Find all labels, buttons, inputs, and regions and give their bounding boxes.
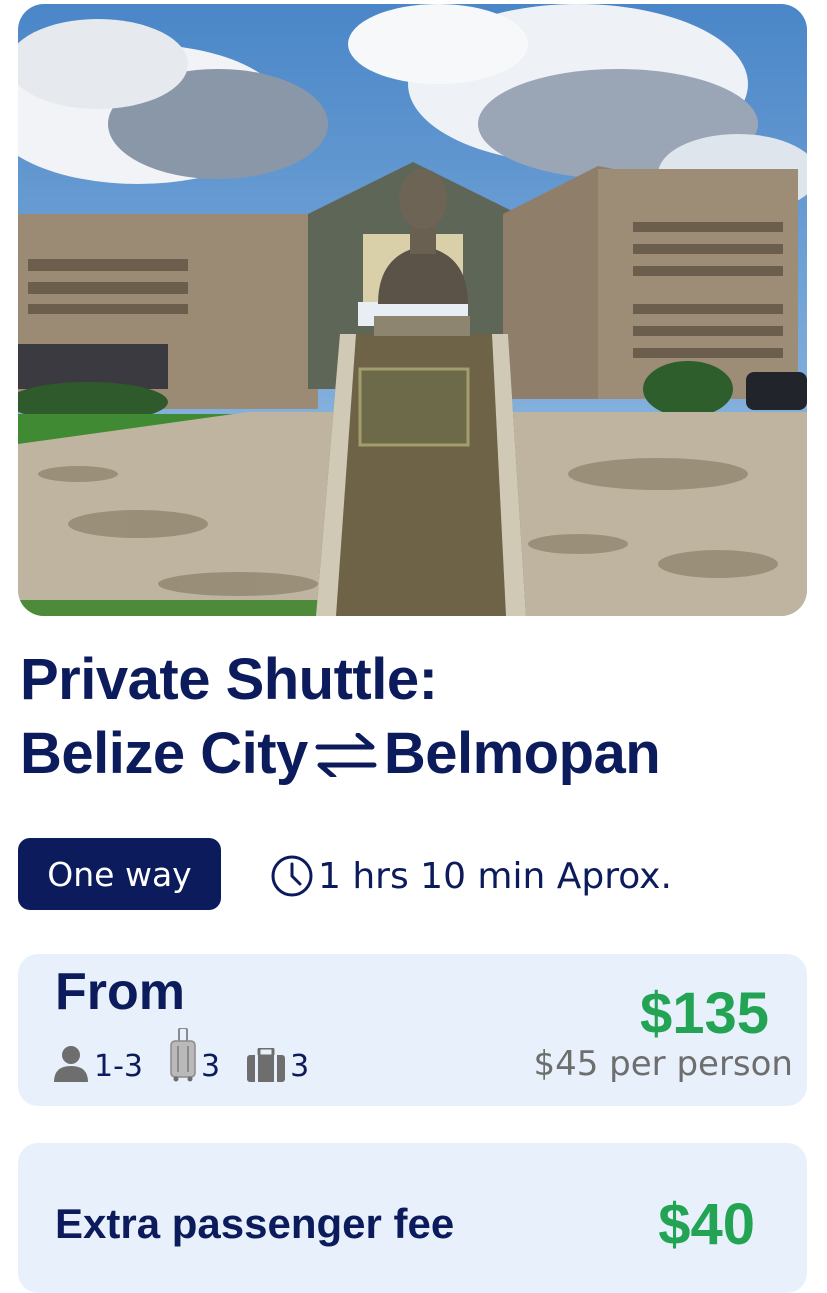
extra-fee-price: $40	[658, 1192, 755, 1257]
page-title: Private Shuttle: Belize City Belmopan	[20, 643, 661, 791]
price-card: From 1-3 3 3 $135 $45 per person	[18, 954, 807, 1106]
passenger-capacity: 1-3	[52, 1044, 143, 1082]
extra-fee-label: Extra passenger fee	[55, 1200, 455, 1247]
route-origin: Belize City	[20, 721, 308, 786]
hero-photo	[18, 4, 807, 616]
title-route: Belize City Belmopan	[20, 717, 661, 791]
person-icon	[54, 1046, 88, 1082]
title-line-1: Private Shuttle:	[20, 647, 438, 712]
large-luggage-capacity: 3	[169, 1028, 220, 1082]
capacity-row: 1-3 3 3	[52, 1028, 335, 1082]
hero-illustration	[18, 4, 807, 616]
duration-text: 1 hrs 10 min Aprox.	[318, 855, 672, 897]
trip-duration: 1 hrs 10 min Aprox.	[270, 850, 672, 902]
clock-icon	[271, 855, 313, 897]
from-label: From	[55, 963, 185, 1021]
carry-on-capacity: 3	[246, 1048, 309, 1082]
large-luggage-value: 3	[201, 1049, 221, 1084]
per-person-price: $45 per person	[533, 1044, 793, 1084]
swap-arrows-icon	[315, 733, 377, 777]
trip-type-badge[interactable]: One way	[18, 838, 221, 910]
passenger-capacity-value: 1-3	[94, 1049, 143, 1084]
carry-on-value: 3	[290, 1049, 310, 1084]
briefcase-icon	[247, 1048, 286, 1082]
route-destination: Belmopan	[383, 721, 661, 786]
total-price: $135	[639, 981, 769, 1046]
trip-type-label: One way	[47, 854, 192, 894]
extra-fee-card: Extra passenger fee $40	[18, 1143, 807, 1293]
suitcase-icon	[170, 1028, 196, 1082]
